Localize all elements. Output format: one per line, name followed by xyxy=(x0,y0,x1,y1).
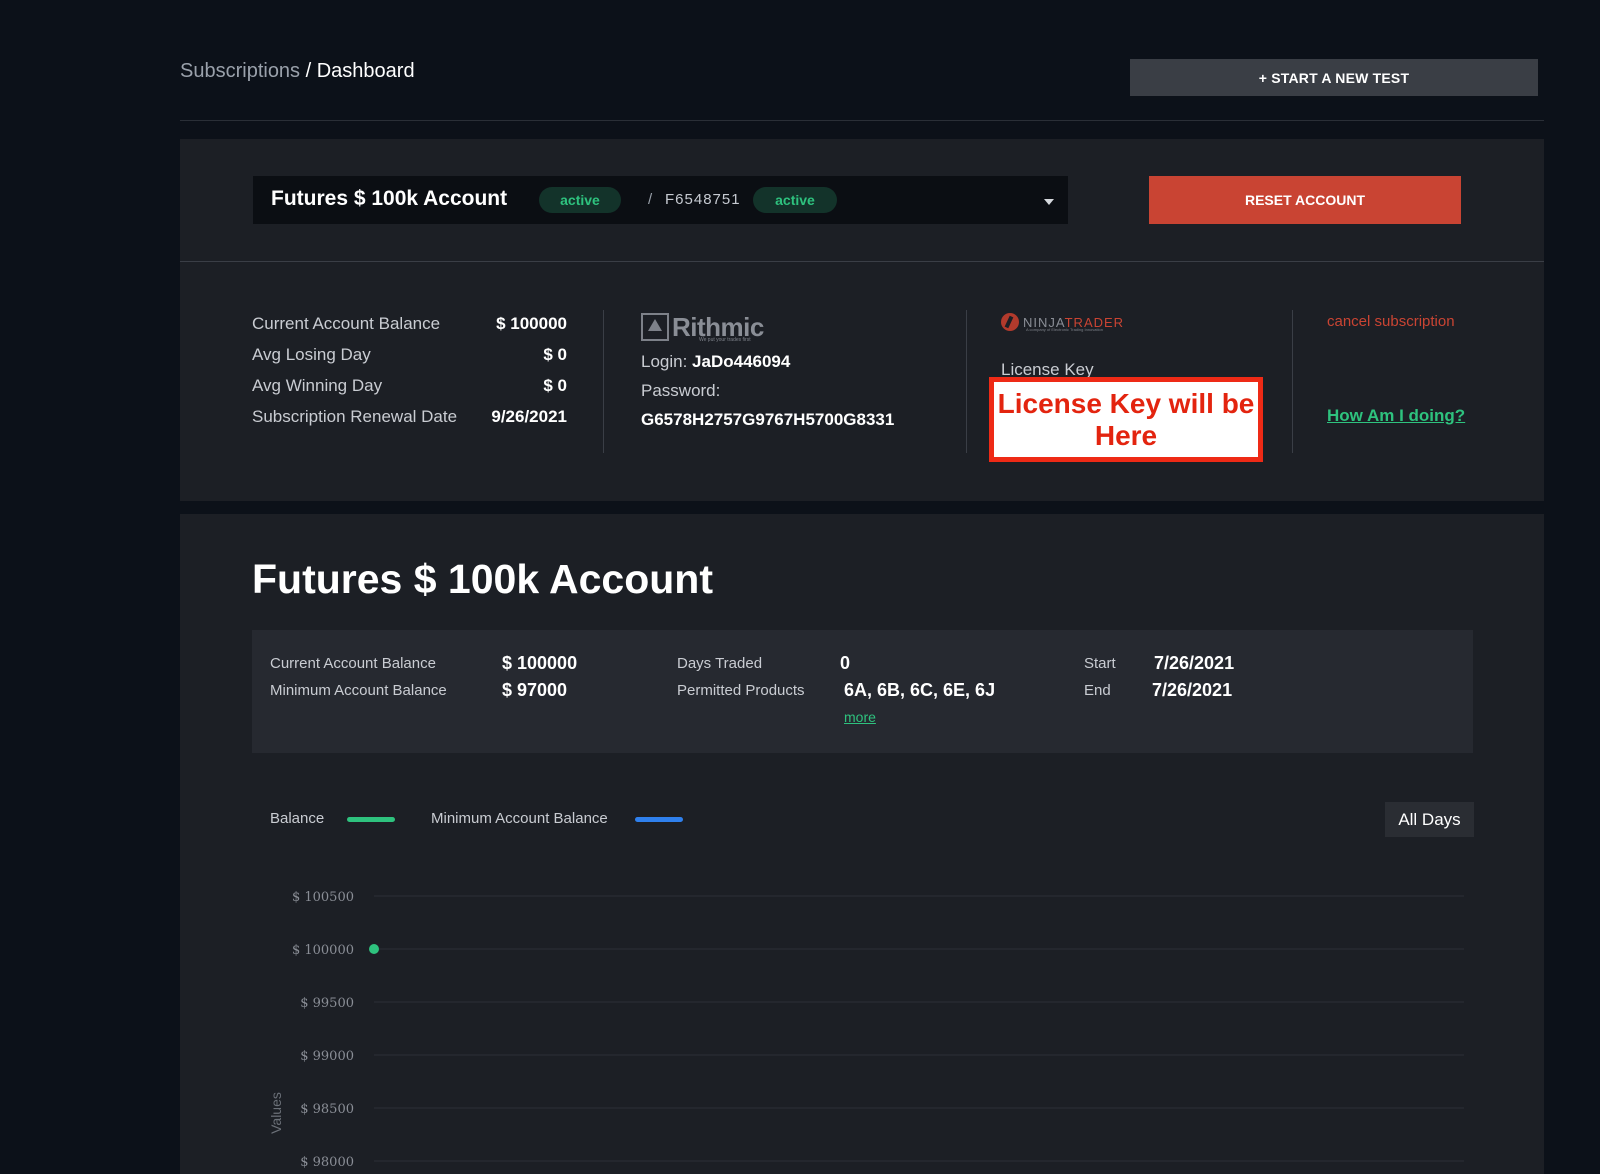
account-id-status-badge: active xyxy=(753,187,837,213)
summary-label: Avg Winning Day xyxy=(252,376,383,395)
balance-chart-svg: $ 100500 $ 100000 $ 99500 $ 99000 $ 98500 $ 9… xyxy=(268,890,1464,1170)
cancel-subscription-link[interactable]: cancel subscription xyxy=(1327,313,1455,330)
permitted-products-label: Permitted Products xyxy=(677,682,805,699)
min-balance-label: Minimum Account Balance xyxy=(270,682,447,699)
permitted-products-value: 6A, 6B, 6C, 6E, 6J xyxy=(844,680,996,700)
password-label: Password: xyxy=(641,381,721,400)
end-date-label: End xyxy=(1084,682,1111,699)
rithmic-logo-icon xyxy=(641,313,669,341)
login-value: JaDo446094 xyxy=(692,352,791,371)
y-tick-label: $ 99000 xyxy=(300,1049,354,1064)
column-divider xyxy=(1292,310,1293,453)
breadcrumb-subscriptions-link[interactable]: Subscriptions xyxy=(180,60,300,82)
y-tick-label: $ 100000 xyxy=(292,943,354,958)
summary-value: $ 100000 xyxy=(496,314,567,333)
y-tick-label: $ 100500 xyxy=(292,890,354,905)
legend-balance-label: Balance xyxy=(270,810,325,827)
summary-value: $ 0 xyxy=(543,376,567,395)
all-days-range-button[interactable]: All Days xyxy=(1385,802,1474,837)
how-am-i-doing-link[interactable]: How Am I doing? xyxy=(1327,406,1465,426)
start-date-value: 7/26/2021 xyxy=(1154,653,1235,673)
account-status-badge: active xyxy=(539,187,621,213)
account-selector-title: Futures $ 100k Account xyxy=(271,187,508,210)
column-divider xyxy=(966,310,967,453)
start-new-test-button[interactable]: + START A NEW TEST xyxy=(1130,59,1538,96)
password-value: G6578H2757G9767H5700G8331 xyxy=(641,410,895,429)
breadcrumb-current: Dashboard xyxy=(316,60,415,82)
y-tick-label: $ 98500 xyxy=(300,1102,354,1117)
days-traded-value: 0 xyxy=(840,653,851,673)
login-label: Login: xyxy=(641,352,693,371)
legend-min-balance-swatch xyxy=(635,817,683,822)
start-date-label: Start xyxy=(1084,655,1116,672)
breadcrumb-separator: / xyxy=(300,60,317,82)
current-balance-label: Current Account Balance xyxy=(270,655,436,672)
rithmic-login: Login: JaDo446094 xyxy=(641,352,790,372)
account-selector-separator: / xyxy=(648,191,653,208)
data-point-balance[interactable] xyxy=(369,944,379,954)
column-divider xyxy=(603,310,604,453)
reset-account-button[interactable]: RESET ACCOUNT xyxy=(1149,176,1461,224)
y-axis-label: Values xyxy=(268,1092,284,1134)
chevron-down-icon[interactable] xyxy=(1044,199,1054,205)
legend-min-balance-label: Minimum Account Balance xyxy=(431,810,608,827)
summary-value: $ 0 xyxy=(543,345,567,364)
balance-chart: $ 100500 $ 100000 $ 99500 $ 99000 $ 98500 $ 9… xyxy=(252,870,1472,1174)
end-date-value: 7/26/2021 xyxy=(1152,680,1233,700)
breadcrumb: Subscriptions / Dashboard xyxy=(180,60,415,83)
account-details-title: Futures $ 100k Account xyxy=(252,556,714,602)
summary-label: Avg Losing Day xyxy=(252,345,371,364)
min-balance-value: $ 97000 xyxy=(502,680,568,700)
days-traded-label: Days Traded xyxy=(677,655,763,672)
account-id: F6548751 xyxy=(665,191,741,208)
legend-balance-swatch xyxy=(347,817,395,822)
header-divider xyxy=(180,120,1544,121)
license-key-placeholder: License Key will be Here xyxy=(989,377,1263,462)
summary-label: Current Account Balance xyxy=(252,314,441,333)
summary-value: 9/26/2021 xyxy=(491,407,567,426)
ninjatrader-logo-icon xyxy=(1001,313,1019,331)
account-panel-divider xyxy=(180,261,1544,262)
summary-label: Subscription Renewal Date xyxy=(252,407,458,426)
y-tick-label: $ 98000 xyxy=(300,1155,354,1170)
y-tick-label: $ 99500 xyxy=(300,996,354,1011)
rithmic-logo-tagline: We put your trades first xyxy=(699,337,751,343)
more-products-link[interactable]: more xyxy=(844,709,876,725)
ninjatrader-logo-tagline: A company of Electronic Trading Innovati… xyxy=(1026,327,1103,332)
current-balance-value: $ 100000 xyxy=(502,653,578,673)
